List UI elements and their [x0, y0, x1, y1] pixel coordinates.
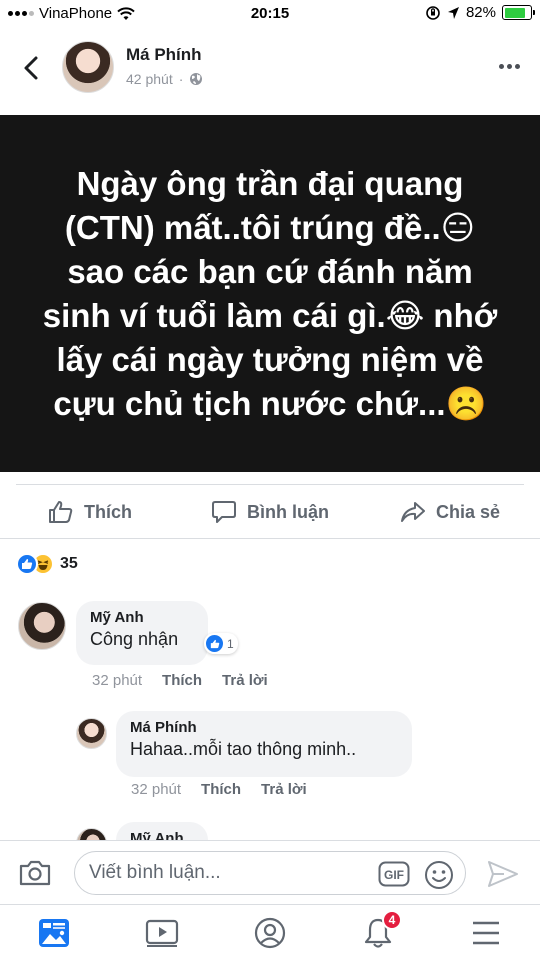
location-arrow-icon	[447, 6, 459, 19]
comment-time: 32 phút	[92, 672, 143, 689]
like-reaction-icon	[16, 553, 38, 575]
like-label: Thích	[84, 501, 132, 522]
camera-icon[interactable]	[18, 858, 52, 888]
video-play-icon	[145, 919, 179, 947]
send-icon[interactable]	[486, 859, 520, 889]
comment-reaction[interactable]: 1	[204, 633, 238, 654]
share-button[interactable]: Chia sẻ	[360, 490, 540, 534]
thumbs-up-icon	[49, 501, 73, 523]
like-button[interactable]: Thích	[0, 490, 180, 534]
news-feed-icon	[39, 918, 69, 947]
post-author-name[interactable]: Má Phính	[126, 45, 202, 65]
comment-text: Công nhận	[90, 629, 179, 649]
battery-percent: 82%	[465, 4, 496, 21]
post-action-bar: Thích Bình luận Chia sẻ	[0, 490, 540, 534]
hamburger-menu-icon	[473, 921, 499, 944]
reaction-count: 35	[60, 555, 78, 572]
orientation-lock-icon	[426, 5, 440, 20]
comment-reply-link[interactable]: Trả lời	[222, 672, 268, 689]
divider	[16, 484, 524, 485]
gif-label: GIF	[384, 868, 404, 882]
comment-label: Bình luận	[247, 501, 329, 522]
gif-icon[interactable]: GIF	[378, 861, 410, 887]
reply-meta: 32 phút Thích Trả lời	[131, 781, 307, 798]
back-arrow-icon[interactable]	[18, 52, 46, 84]
share-label: Chia sẻ	[435, 501, 501, 522]
reply-reply-link[interactable]: Trả lời	[261, 781, 307, 798]
status-bar: VinaPhone 20:15 82%	[0, 0, 540, 28]
reply-time: 32 phút	[131, 781, 182, 798]
commenter-avatar[interactable]	[18, 602, 66, 650]
comment-reaction-count: 1	[227, 636, 234, 651]
post-text: Ngày ông trần đại quang (CTN) mất..tôi t…	[42, 164, 498, 422]
profile-icon	[254, 917, 286, 948]
separator-dot: ·	[178, 71, 184, 87]
reaction-summary[interactable]: 35	[16, 553, 78, 575]
reply-avatar[interactable]	[76, 718, 107, 749]
post-body: Ngày ông trần đại quang (CTN) mất..tôi t…	[0, 115, 540, 472]
nav-news-feed[interactable]	[0, 905, 108, 960]
share-arrow-icon	[400, 502, 425, 522]
status-right-group: 82%	[425, 4, 535, 21]
reply-author-name[interactable]: Má Phính	[130, 719, 398, 736]
notification-badge: 4	[382, 910, 402, 930]
comment-bubble: Mỹ Anh Công nhận	[76, 601, 208, 665]
globe-icon	[190, 73, 203, 85]
post-meta: 42 phút ·	[126, 71, 203, 87]
nav-notifications[interactable]: 4	[324, 905, 432, 960]
battery-icon	[502, 5, 535, 20]
comment-composer: Viết bình luận... GIF	[0, 840, 540, 904]
like-reaction-icon	[205, 634, 224, 653]
comment-icon	[212, 501, 236, 523]
nav-menu[interactable]	[432, 905, 540, 960]
comment-meta: 32 phút Thích Trả lời	[92, 672, 268, 689]
more-options-icon[interactable]	[499, 64, 520, 69]
author-avatar[interactable]	[62, 41, 114, 93]
reply-like-link[interactable]: Thích	[201, 781, 241, 798]
divider	[0, 538, 540, 539]
nav-watch[interactable]	[108, 905, 216, 960]
nav-profile[interactable]	[216, 905, 324, 960]
battery-fill	[504, 7, 525, 18]
post-header: Má Phính 42 phút ·	[0, 36, 540, 106]
emoji-icon[interactable]	[424, 860, 454, 890]
post-time[interactable]: 42 phút	[126, 71, 173, 87]
commenter-name[interactable]: Mỹ Anh	[90, 609, 194, 626]
reply-bubble: Má Phính Hahaa..mỗi tao thông minh..	[116, 711, 412, 777]
reply-text: Hahaa..mỗi tao thông minh..	[130, 739, 357, 759]
bottom-navigation: 4	[0, 904, 540, 960]
comment-like-link[interactable]: Thích	[162, 672, 202, 689]
comment-button[interactable]: Bình luận	[180, 490, 360, 534]
